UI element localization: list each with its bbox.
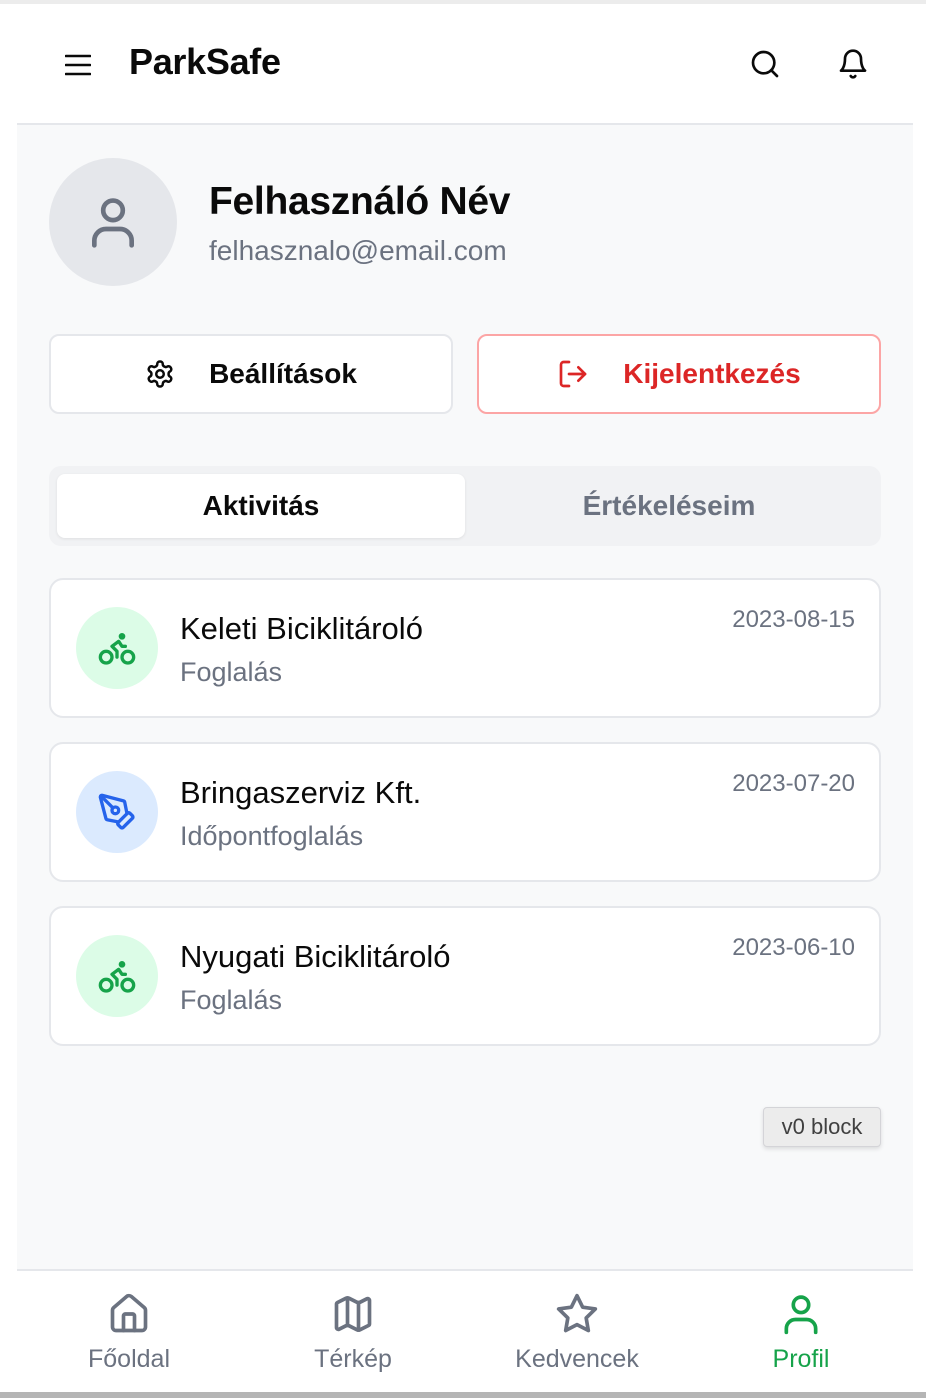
nav-label-favorites: Kedvencek [515, 1345, 639, 1373]
tab-reviews[interactable]: Értékeléseim [465, 474, 873, 538]
profile-tabs: Aktivitás Értékeléseim [49, 466, 881, 546]
nav-item-profile[interactable]: Profil [689, 1271, 913, 1392]
nav-item-favorites[interactable]: Kedvencek [465, 1271, 689, 1392]
activity-date: 2023-07-20 [732, 770, 855, 797]
wrench-pen-icon [98, 793, 135, 830]
bike-icon [98, 961, 136, 993]
activity-type: Foglalás [180, 985, 283, 1015]
bike-icon [98, 633, 136, 665]
activity-title: Keleti Biciklitároló [180, 611, 423, 646]
logout-button[interactable]: Kijelentkezés [477, 334, 881, 414]
logout-label: Kijelentkezés [623, 358, 801, 389]
profile-page: Felhasználó Név felhasznalo@email.com Be… [17, 125, 913, 1271]
star-icon [556, 1293, 598, 1333]
nav-item-map[interactable]: Térkép [241, 1271, 465, 1392]
notifications-button[interactable] [835, 46, 871, 82]
nav-label-map: Térkép [314, 1345, 392, 1373]
gear-icon [147, 360, 173, 388]
activity-icon-badge [76, 935, 158, 1017]
user-email: felhasznalo@email.com [209, 235, 507, 266]
activity-title: Nyugati Biciklitároló [180, 939, 451, 974]
activity-date: 2023-06-10 [732, 934, 855, 961]
menu-icon [65, 54, 91, 76]
activity-icon-badge [76, 607, 158, 689]
v0-block-badge[interactable]: v0 block [763, 1107, 881, 1147]
app-frame: ParkSafe Felhasználó Név felhasznalo@ema… [17, 4, 913, 1392]
search-button[interactable] [747, 46, 783, 82]
home-icon [110, 1293, 148, 1333]
settings-button[interactable]: Beállítások [49, 334, 453, 414]
app-title: ParkSafe [129, 41, 281, 82]
search-icon [751, 50, 779, 78]
bottom-edge [0, 1392, 926, 1398]
nav-label-profile: Profil [772, 1345, 830, 1373]
avatar [49, 158, 177, 286]
bell-icon [839, 49, 867, 79]
map-icon [334, 1296, 372, 1332]
activity-title: Bringaszerviz Kft. [180, 775, 422, 810]
activity-date: 2023-08-15 [732, 606, 855, 633]
settings-label: Beállítások [209, 358, 357, 389]
logout-icon [559, 360, 587, 388]
menu-button[interactable] [61, 50, 95, 80]
activity-card[interactable]: Bringaszerviz Kft. Időpontfoglalás 2023-… [49, 742, 881, 882]
user-icon [92, 198, 135, 248]
activity-card[interactable]: Keleti Biciklitároló Foglalás 2023-08-15 [49, 578, 881, 718]
tab-activity[interactable]: Aktivitás [57, 474, 465, 538]
activity-icon-badge [76, 771, 158, 853]
activity-card[interactable]: Nyugati Biciklitároló Foglalás 2023-06-1… [49, 906, 881, 1046]
user-name: Felhasználó Név [209, 180, 511, 223]
user-icon [784, 1295, 818, 1335]
nav-item-home[interactable]: Főoldal [17, 1271, 241, 1392]
top-app-bar: ParkSafe [17, 4, 913, 125]
nav-label-home: Főoldal [88, 1345, 170, 1373]
activity-type: Foglalás [180, 657, 283, 687]
bottom-navigation: Főoldal Térkép Kedvencek Profil [17, 1269, 913, 1392]
activity-type: Időpontfoglalás [180, 821, 364, 851]
